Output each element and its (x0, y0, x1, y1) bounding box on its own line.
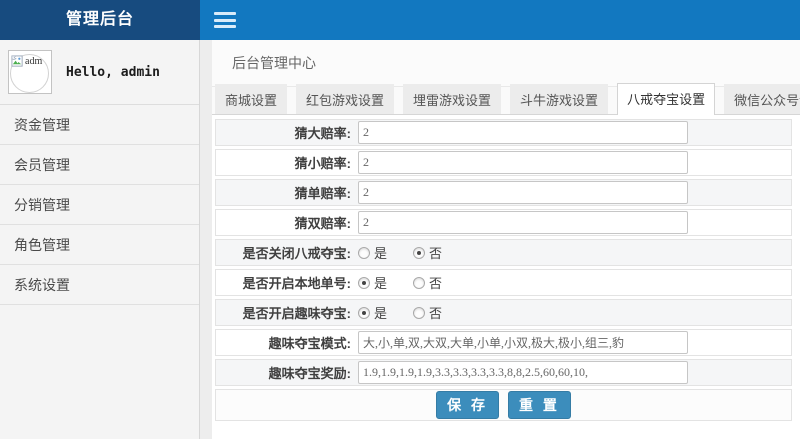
form-row-enable-local-order: 是否开启本地单号:是否 (215, 269, 792, 296)
field-value-enable-fun-duobao: 是否 (358, 303, 791, 322)
settings-tabs: 商城设置红包游戏设置埋雷游戏设置斗牛游戏设置八戒夺宝设置微信公众号设置 (212, 87, 800, 115)
close-bajie-duobao-radio-group: 是否 (358, 243, 464, 262)
guess-small-odds-input[interactable] (358, 151, 688, 174)
close-bajie-duobao-radio-label-no: 否 (429, 243, 442, 262)
sidebar-item-members[interactable]: 会员管理 (0, 145, 199, 185)
close-bajie-duobao-radio-no[interactable] (413, 247, 425, 259)
field-value-close-bajie-duobao: 是否 (358, 243, 791, 262)
avatar-alt-text: adm (25, 56, 42, 67)
sidebar-item-distribution[interactable]: 分销管理 (0, 185, 199, 225)
field-label-guess-even-odds: 猜双赔率: (216, 213, 358, 232)
guess-odd-odds-input[interactable] (358, 181, 688, 204)
field-label-guess-small-odds: 猜小赔率: (216, 153, 358, 172)
enable-fun-duobao-radio-group: 是否 (358, 303, 464, 322)
form-row-fun-duobao-reward: 趣味夺宝奖励: (215, 359, 792, 386)
form-actions: 保 存重 置 (215, 389, 792, 421)
enable-local-order-radio-group: 是否 (358, 273, 464, 292)
field-label-guess-odd-odds: 猜单赔率: (216, 183, 358, 202)
enable-fun-duobao-radio-label-yes: 是 (374, 303, 387, 322)
main-area: 后台管理中心 商城设置红包游戏设置埋雷游戏设置斗牛游戏设置八戒夺宝设置微信公众号… (200, 40, 800, 439)
greeting-text: Hello, admin (66, 65, 160, 80)
field-label-fun-duobao-mode: 趣味夺宝模式: (216, 333, 358, 352)
enable-local-order-radio-yes[interactable] (358, 277, 370, 289)
field-value-guess-small-odds (358, 151, 791, 174)
save-button[interactable]: 保 存 (436, 391, 499, 419)
field-value-enable-local-order: 是否 (358, 273, 791, 292)
sidebar-item-system[interactable]: 系统设置 (0, 265, 199, 305)
form-row-guess-even-odds: 猜双赔率: (215, 209, 792, 236)
admin-page: 管理后台 adm (0, 0, 800, 439)
field-value-guess-big-odds (358, 121, 791, 144)
broken-image-icon (11, 55, 24, 68)
breadcrumb: 后台管理中心 (212, 40, 800, 87)
guess-big-odds-input[interactable] (358, 121, 688, 144)
close-bajie-duobao-radio-yes[interactable] (358, 247, 370, 259)
tab-redpacket-game[interactable]: 红包游戏设置 (296, 84, 394, 114)
enable-local-order-radio-label-yes: 是 (374, 273, 387, 292)
field-label-guess-big-odds: 猜大赔率: (216, 123, 358, 142)
reset-button[interactable]: 重 置 (508, 391, 571, 419)
tab-mall[interactable]: 商城设置 (215, 84, 287, 114)
field-label-close-bajie-duobao: 是否关闭八戒夺宝: (216, 243, 358, 262)
enable-fun-duobao-radio-no[interactable] (413, 307, 425, 319)
form-row-fun-duobao-mode: 趣味夺宝模式: (215, 329, 792, 356)
form-row-guess-odd-odds: 猜单赔率: (215, 179, 792, 206)
tab-wechat-official[interactable]: 微信公众号设置 (724, 84, 800, 114)
app-title: 管理后台 (0, 0, 200, 40)
form-row-guess-big-odds: 猜大赔率: (215, 119, 792, 146)
field-label-enable-local-order: 是否开启本地单号: (216, 273, 358, 292)
sidebar-nav: 资金管理会员管理分销管理角色管理系统设置 (0, 105, 199, 305)
hamburger-menu-icon[interactable] (214, 12, 236, 28)
field-value-guess-even-odds (358, 211, 791, 234)
tab-bull-game[interactable]: 斗牛游戏设置 (510, 84, 608, 114)
field-label-fun-duobao-reward: 趣味夺宝奖励: (216, 363, 358, 382)
form-row-close-bajie-duobao: 是否关闭八戒夺宝:是否 (215, 239, 792, 266)
form-row-guess-small-odds: 猜小赔率: (215, 149, 792, 176)
enable-local-order-radio-no[interactable] (413, 277, 425, 289)
fun-duobao-reward-input[interactable] (358, 361, 688, 384)
close-bajie-duobao-radio-label-yes: 是 (374, 243, 387, 262)
enable-fun-duobao-radio-label-no: 否 (429, 303, 442, 322)
field-label-enable-fun-duobao: 是否开启趣味夺宝: (216, 303, 358, 322)
topbar (200, 0, 800, 40)
enable-local-order-radio-label-no: 否 (429, 273, 442, 292)
guess-even-odds-input[interactable] (358, 211, 688, 234)
sidebar-item-roles[interactable]: 角色管理 (0, 225, 199, 265)
avatar: adm (8, 50, 52, 94)
fun-duobao-mode-input[interactable] (358, 331, 688, 354)
tab-mine-game[interactable]: 埋雷游戏设置 (403, 84, 501, 114)
tab-bajie-duobao[interactable]: 八戒夺宝设置 (617, 83, 715, 115)
field-value-fun-duobao-reward (358, 361, 791, 384)
sidebar-item-funds[interactable]: 资金管理 (0, 105, 199, 145)
content-panel: 后台管理中心 商城设置红包游戏设置埋雷游戏设置斗牛游戏设置八戒夺宝设置微信公众号… (212, 40, 800, 439)
form-row-enable-fun-duobao: 是否开启趣味夺宝:是否 (215, 299, 792, 326)
sidebar: adm Hello, admin 资金管理会员管理分销管理角色管理系统设置 (0, 40, 200, 439)
field-value-guess-odd-odds (358, 181, 791, 204)
enable-fun-duobao-radio-yes[interactable] (358, 307, 370, 319)
top-header: 管理后台 (0, 0, 800, 40)
settings-form: 猜大赔率:猜小赔率:猜单赔率:猜双赔率:是否关闭八戒夺宝:是否是否开启本地单号:… (212, 115, 800, 386)
field-value-fun-duobao-mode (358, 331, 791, 354)
user-panel: adm Hello, admin (0, 40, 199, 105)
